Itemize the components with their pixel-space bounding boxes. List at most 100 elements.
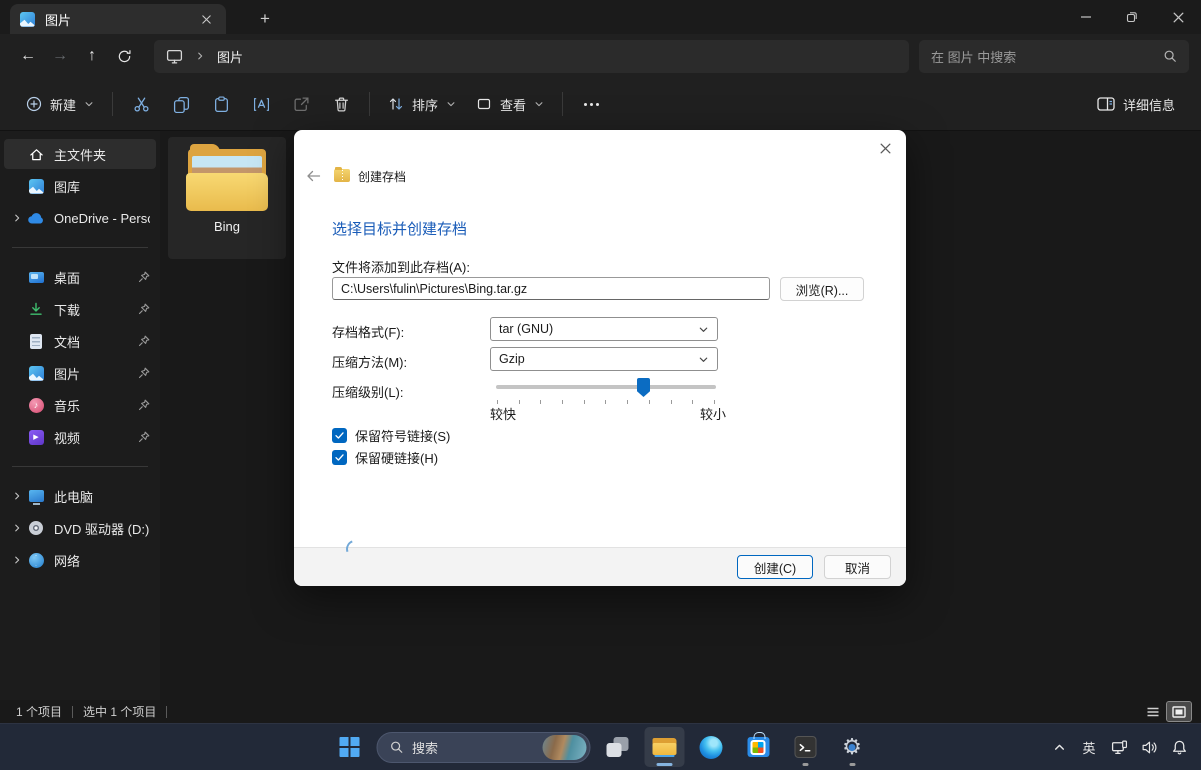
expand-chevron-icon[interactable]	[8, 523, 26, 533]
cut-button[interactable]	[121, 87, 161, 121]
address-bar[interactable]: 图片	[154, 40, 909, 73]
cut-icon	[133, 96, 150, 113]
view-label: 查看	[500, 95, 526, 114]
restore-button[interactable]	[1109, 0, 1155, 34]
music-icon	[26, 398, 46, 413]
network-icon	[1111, 739, 1128, 756]
sidebar-item-downloads[interactable]: 下载	[4, 294, 156, 324]
sidebar-item-music[interactable]: 音乐	[4, 390, 156, 420]
dialog-footer: 创建(C) 取消	[294, 547, 906, 586]
sidebar-item-gallery[interactable]: 图库	[4, 171, 156, 201]
selection-count: 选中 1 个项目	[83, 703, 156, 720]
new-button[interactable]: 新建	[16, 87, 104, 121]
task-view-button[interactable]	[597, 727, 637, 767]
expand-chevron-icon[interactable]	[8, 213, 26, 223]
archive-format-select[interactable]: tar (GNU)	[490, 317, 718, 341]
settings-button[interactable]	[832, 727, 872, 767]
cancel-button[interactable]: 取消	[824, 555, 891, 579]
dialog-close-button[interactable]	[870, 135, 900, 161]
edge-button[interactable]	[691, 727, 731, 767]
documents-icon	[26, 334, 46, 349]
expand-chevron-icon[interactable]	[8, 555, 26, 565]
taskbar-search-label: 搜索	[412, 738, 533, 757]
toolbar-divider	[369, 92, 370, 116]
chevron-down-icon	[534, 99, 544, 109]
taskbar-search[interactable]: 搜索	[376, 732, 590, 763]
sidebar-item-network[interactable]: 网络	[4, 545, 156, 575]
microsoft-store-button[interactable]	[738, 727, 778, 767]
create-button[interactable]: 创建(C)	[737, 555, 813, 579]
downloads-icon	[26, 302, 46, 316]
status-divider	[72, 706, 73, 718]
network-icon	[26, 553, 46, 568]
up-button[interactable]: ↑	[76, 40, 108, 72]
rename-button[interactable]	[241, 87, 281, 121]
sidebar-item-pictures[interactable]: 图片	[4, 358, 156, 388]
navigation-bar: ← → ↑ 图片 在 图片 中搜索	[0, 34, 1201, 78]
dialog-back-button[interactable]	[306, 168, 322, 184]
slider-track[interactable]	[496, 385, 716, 389]
preserve-hardlinks-checkbox[interactable]	[332, 450, 347, 465]
preserve-symlinks-checkbox[interactable]	[332, 428, 347, 443]
delete-button[interactable]	[321, 87, 361, 121]
check-icon	[334, 452, 345, 463]
new-tab-button[interactable]	[252, 7, 278, 31]
notifications-button[interactable]	[1165, 728, 1193, 766]
volume-tray-button[interactable]	[1135, 728, 1163, 766]
view-button[interactable]: 查看	[466, 87, 554, 121]
sidebar-item-this-pc[interactable]: 此电脑	[4, 481, 156, 511]
search-box[interactable]: 在 图片 中搜索	[919, 40, 1189, 73]
tray-overflow-button[interactable]	[1045, 728, 1073, 766]
sidebar-item-videos[interactable]: 视频	[4, 422, 156, 452]
close-window-button[interactable]	[1155, 0, 1201, 34]
rename-icon	[253, 96, 270, 113]
status-divider	[166, 706, 167, 718]
loading-spinner	[343, 537, 367, 561]
breadcrumb-chevron-icon	[195, 51, 205, 61]
level-faster-label: 较快	[490, 404, 516, 423]
sidebar-item-dvd-drive[interactable]: DVD 驱动器 (D:) C	[4, 513, 156, 543]
back-button[interactable]: ←	[12, 40, 44, 72]
paste-button[interactable]	[201, 87, 241, 121]
expand-chevron-icon[interactable]	[8, 491, 26, 501]
sidebar-item-onedrive[interactable]: OneDrive - Perso	[4, 203, 156, 233]
list-view-toggle[interactable]	[1141, 702, 1165, 721]
sort-label: 排序	[412, 95, 438, 114]
this-pc-icon	[26, 490, 46, 502]
desktop-icon	[26, 272, 46, 283]
sidebar-item-home[interactable]: 主文件夹	[4, 139, 156, 169]
minimize-button[interactable]	[1063, 0, 1109, 34]
list-view-icon	[1146, 706, 1160, 718]
this-pc-icon	[166, 48, 183, 65]
browse-button[interactable]: 浏览(R)...	[780, 277, 864, 301]
sort-button[interactable]: 排序	[378, 87, 466, 121]
slider-thumb[interactable]	[637, 378, 650, 397]
settings-gear-icon	[840, 735, 864, 759]
terminal-button[interactable]	[785, 727, 825, 767]
preserve-symlinks-label: 保留符号链接(S)	[355, 426, 450, 445]
forward-button[interactable]: →	[44, 40, 76, 72]
folder-item-bing[interactable]: Bing	[168, 137, 286, 259]
network-tray-button[interactable]	[1105, 728, 1133, 766]
sidebar-item-documents[interactable]: 文档	[4, 326, 156, 356]
file-explorer-button[interactable]	[644, 727, 684, 767]
pin-icon	[138, 271, 150, 283]
tab-close-icon[interactable]	[196, 9, 216, 29]
refresh-button[interactable]	[108, 40, 140, 72]
explorer-tab[interactable]: 图片	[10, 4, 226, 34]
folder-name: Bing	[168, 219, 286, 234]
compression-method-select[interactable]: Gzip	[490, 347, 718, 371]
thumbnail-view-toggle[interactable]	[1167, 702, 1191, 721]
details-pane-button[interactable]: 详细信息	[1087, 87, 1185, 121]
start-button[interactable]	[329, 727, 369, 767]
archive-path-input[interactable]	[332, 277, 770, 300]
chevron-down-icon	[698, 354, 709, 365]
sidebar-item-desktop[interactable]: 桌面	[4, 262, 156, 292]
share-button[interactable]	[281, 87, 321, 121]
breadcrumb-current[interactable]: 图片	[217, 47, 243, 66]
trash-icon	[333, 96, 350, 113]
copy-button[interactable]	[161, 87, 201, 121]
search-icon	[1163, 49, 1177, 63]
more-options-button[interactable]	[571, 87, 611, 121]
ime-indicator[interactable]: 英	[1075, 728, 1103, 766]
